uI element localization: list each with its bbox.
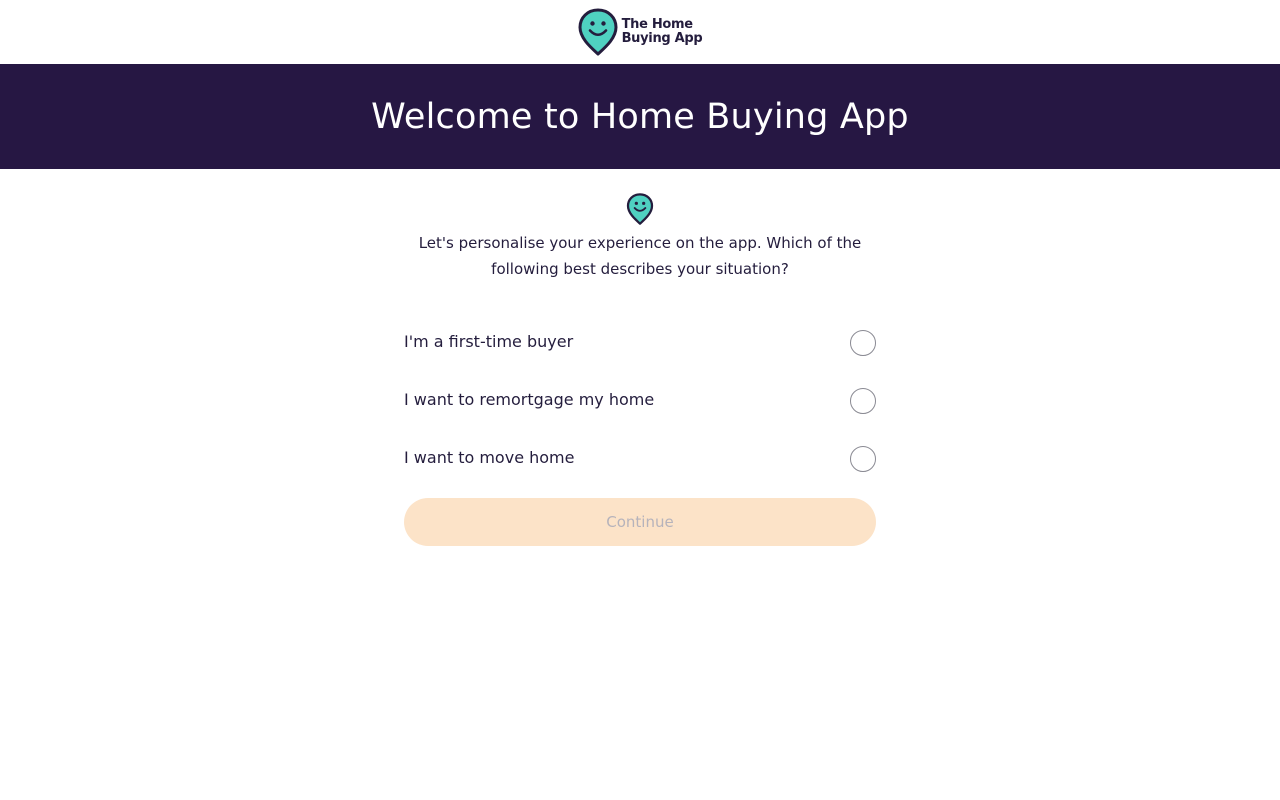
logo-line-1: The Home: [621, 17, 694, 32]
logo-wordmark: The Home Buying App: [622, 18, 703, 46]
situation-options: I'm a first-time buyer I want to remortg…: [404, 314, 876, 488]
option-label: I'm a first-time buyer: [404, 331, 574, 351]
option-move-home[interactable]: I want to move home: [404, 430, 876, 488]
continue-button[interactable]: Continue: [404, 498, 876, 546]
intro-text: Let's personalise your experience on the…: [418, 234, 862, 278]
radio-button[interactable]: [850, 446, 876, 472]
top-bar: The Home Buying App: [0, 0, 1280, 64]
welcome-banner: Welcome to Home Buying App: [0, 64, 1280, 169]
option-remortgage[interactable]: I want to remortgage my home: [404, 372, 876, 430]
radio-button[interactable]: [850, 388, 876, 414]
personalisation-form: Let's personalise your experience on the…: [404, 169, 876, 546]
logo-line-2: Buying App: [621, 31, 703, 46]
option-label: I want to remortgage my home: [404, 389, 655, 409]
page-title: Welcome to Home Buying App: [371, 96, 909, 137]
option-first-time-buyer[interactable]: I'm a first-time buyer: [404, 314, 876, 372]
smiley-pin-icon: [626, 193, 654, 225]
option-label: I want to move home: [404, 447, 575, 467]
smiley-pin-icon: [578, 8, 618, 56]
app-logo[interactable]: The Home Buying App: [578, 8, 703, 56]
radio-button[interactable]: [850, 330, 876, 356]
